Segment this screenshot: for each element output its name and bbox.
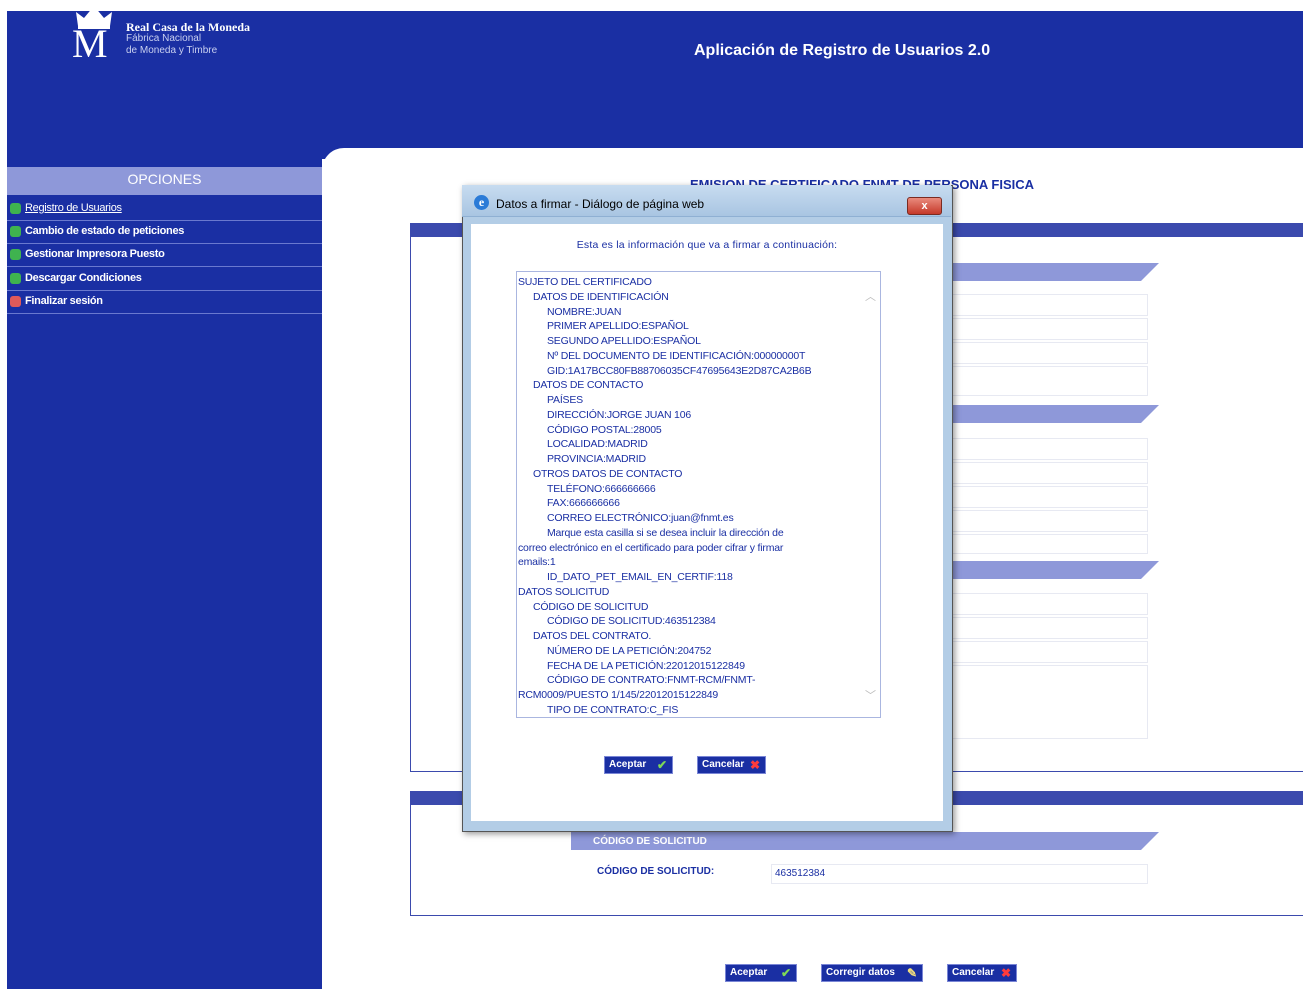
signing-data-line: SEGUNDO APELLIDO:ESPAÑOL [547, 335, 701, 347]
chevron-up-icon[interactable]: ︿ [865, 288, 876, 304]
sidebar-item-label: Registro de Usuarios [25, 202, 122, 214]
plus-icon [10, 249, 21, 260]
codigo-label: CÓDIGO DE SOLICITUD: [597, 866, 715, 877]
signing-data-line: CÓDIGO DE SOLICITUD [533, 600, 649, 613]
exit-icon [10, 296, 21, 307]
sidebar-item-label: Gestionar Impresora Puesto [25, 248, 165, 260]
signing-data-line: PRIMER APELLIDO:ESPAÑOL [547, 320, 689, 333]
signing-data-line: PROVINCIA:MADRID [547, 453, 646, 465]
signing-data-line: RCM0009/PUESTO 1/145/22012015122849 [518, 689, 719, 701]
signing-data-line: DATOS DE IDENTIFICACIÓN [533, 290, 669, 303]
signing-data-line: NÚMERO DE LA PETICIÓN:204752 [547, 644, 712, 657]
subsection-title: CÓDIGO DE SOLICITUD [593, 836, 707, 847]
corregir-datos-button[interactable]: Corregir datos ✎ [821, 964, 923, 982]
signing-data-line: FECHA DE LA PETICIÓN:22012015122849 [547, 659, 745, 672]
signing-data-textarea[interactable]: SUJETO DEL CERTIFICADO DATOS DE IDENTIFIC… [516, 271, 881, 718]
sidebar-title: OPCIONES [127, 171, 202, 187]
signing-data-line: ID_DATO_PET_EMAIL_EN_CERTIF:118 [547, 571, 733, 583]
plus-icon [10, 226, 21, 237]
signing-data-line: Nº DEL DOCUMENTO DE IDENTIFICACIÓN:00000… [547, 349, 806, 362]
check-icon: ✔ [781, 966, 792, 980]
logo-m-icon: M [72, 21, 108, 66]
sidebar-item-label: Descargar Condiciones [25, 272, 142, 284]
signing-data-line: NOMBRE:JUAN [547, 305, 622, 318]
signing-data-line: LOCALIDAD:MADRID [547, 438, 648, 451]
pencil-icon: ✎ [907, 966, 918, 980]
signing-data-line: correo electrónico en el certificado par… [518, 541, 784, 554]
dialog-intro: Esta es la información que va a firmar a… [576, 239, 838, 251]
aceptar-label: Aceptar [609, 759, 647, 770]
chevron-down-icon[interactable]: ﹀ [865, 687, 876, 703]
signing-data-line: PAÍSES [547, 394, 583, 406]
aceptar-label: Aceptar [730, 967, 768, 978]
sidebar-item-label: Finalizar sesión [25, 295, 103, 307]
aceptar-button[interactable]: Aceptar ✔ [725, 964, 797, 982]
cross-icon: ✖ [1001, 966, 1012, 980]
signing-data-lines: SUJETO DEL CERTIFICADO DATOS DE IDENTIFIC… [518, 275, 863, 717]
signing-data-line: DATOS DEL CONTRATO. [533, 630, 652, 642]
subsection-header-tip [1141, 832, 1159, 850]
dialog-aceptar-button[interactable]: Aceptar ✔ [604, 756, 673, 774]
close-button[interactable]: x [907, 197, 942, 215]
signing-data-line: DIRECCIÓN:JORGE JUAN 106 [547, 408, 691, 421]
sidebar-item-label: Cambio de estado de peticiones [25, 225, 185, 237]
app-title: Aplicación de Registro de Usuarios 2.0 [694, 42, 991, 59]
arrow-icon [10, 203, 21, 214]
sidebar-item-gestionar-impresora[interactable]: Gestionar Impresora Puesto [7, 244, 322, 267]
plus-icon [10, 273, 21, 284]
subsection-header-tip [1141, 561, 1159, 579]
cross-icon: ✖ [750, 758, 761, 772]
dialog-title: Datos a firmar - Diálogo de página web [496, 197, 705, 211]
codigo-field[interactable] [771, 864, 1148, 884]
codigo-value: 463512384 [775, 868, 826, 879]
sidebar-item-cambio-estado[interactable]: Cambio de estado de peticiones [7, 221, 322, 244]
signing-data-line: DATOS SOLICITUD [518, 585, 610, 598]
check-icon: ✔ [657, 758, 668, 772]
scrollbar[interactable]: ︿ ﹀ [863, 272, 880, 717]
cancelar-button[interactable]: Cancelar ✖ [947, 964, 1017, 982]
subsection-header-tip [1141, 263, 1159, 281]
signing-data-line: TELÉFONO:666666666 [547, 482, 656, 495]
signing-data-line: SUJETO DEL CERTIFICADO [518, 276, 652, 288]
ie-icon: e [474, 195, 489, 210]
cancelar-label: Cancelar [952, 967, 995, 978]
sidebar-item-finalizar-sesion[interactable]: Finalizar sesión [7, 291, 322, 314]
logo-subtitle: Fábrica Nacional [126, 33, 202, 44]
signing-data-line: CORREO ELECTRÓNICO:juan@fnmt.es [547, 512, 734, 524]
logo-subtitle-2: de Moneda y Timbre [126, 45, 218, 56]
signing-data-line: FAX:666666666 [547, 497, 620, 510]
signing-data-line: emails:1 [518, 556, 556, 569]
signing-data-line: OTROS DATOS DE CONTACTO [533, 467, 683, 480]
signing-data-line: CÓDIGO POSTAL:28005 [547, 423, 662, 436]
cancelar-label: Cancelar [702, 759, 745, 770]
signing-data-line: CÓDIGO DE SOLICITUD:463512384 [547, 615, 716, 628]
signing-data-line: GID:1A17BCC80FB88706035CF47695643E2D87CA… [547, 364, 812, 377]
dialog-cancelar-button[interactable]: Cancelar ✖ [697, 756, 766, 774]
signing-data-line: DATOS DE CONTACTO [533, 379, 644, 392]
sidebar-item-descargar-condiciones[interactable]: Descargar Condiciones [7, 268, 322, 291]
signing-data-line: TIPO DE CONTRATO:C_FIS [547, 703, 679, 716]
signing-data-line: CÓDIGO DE CONTRATO:FNMT-RCM/FNMT- [547, 674, 756, 687]
signing-data-line: Marque esta casilla si se desea incluir … [547, 526, 784, 539]
subsection-header-tip [1141, 405, 1159, 423]
sidebar-item-registro-usuarios[interactable]: Registro de Usuarios [7, 198, 322, 221]
corregir-label: Corregir datos [826, 967, 895, 978]
